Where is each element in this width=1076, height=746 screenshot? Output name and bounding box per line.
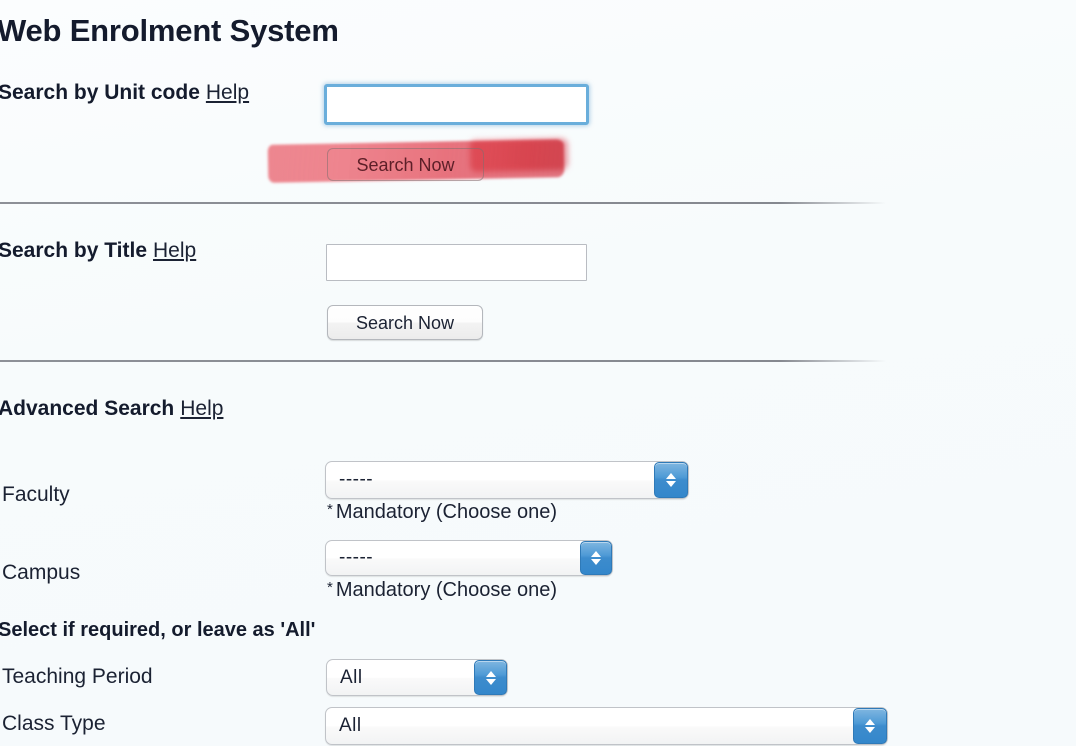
chevron-down-icon	[666, 481, 676, 487]
divider-1	[0, 202, 886, 204]
campus-mandatory-text: Mandatory (Choose one)	[335, 579, 558, 601]
enrolment-search-page: Web Enrolment System Search by Unit code…	[0, 0, 1076, 746]
campus-label: Campus	[2, 561, 81, 584]
faculty-mandatory-text: Mandatory (Choose one)	[335, 501, 558, 523]
teaching-period-label: Teaching Period	[2, 665, 153, 688]
advanced-search-help-link[interactable]: Help	[180, 397, 223, 420]
chevron-down-icon	[485, 678, 496, 685]
title-search-label-text: Search by Title	[0, 239, 148, 262]
teaching-period-select-stepper-icon[interactable]	[474, 660, 507, 695]
class-type-select-value: All	[339, 715, 362, 736]
chevron-down-icon	[591, 559, 601, 565]
optional-selects-heading: Select if required, or leave as 'All'	[0, 619, 316, 641]
title-search-now-button[interactable]: Search Now	[327, 305, 483, 340]
unit-code-search-now-button[interactable]: Search Now	[327, 148, 484, 181]
advanced-search-label-text: Advanced Search	[0, 397, 175, 420]
class-type-select-stepper-icon[interactable]	[853, 708, 887, 744]
advanced-search-label: Advanced Search Help	[0, 397, 223, 421]
faculty-select[interactable]: -----	[325, 461, 689, 499]
chevron-up-icon	[666, 473, 676, 479]
page-title: Web Enrolment System	[0, 13, 339, 48]
teaching-period-select[interactable]: All	[326, 659, 508, 696]
faculty-mandatory-note: * Mandatory (Choose one)	[327, 501, 557, 524]
unit-code-search-label: Search by Unit code Help	[0, 81, 249, 105]
chevron-down-icon	[865, 727, 875, 733]
unit-code-search-label-text: Search by Unit code	[0, 81, 200, 104]
campus-mandatory-note: * Mandatory (Choose one)	[327, 579, 557, 602]
divider-2	[0, 360, 886, 362]
chevron-up-icon	[591, 551, 601, 557]
highlight-marker-tail	[469, 138, 569, 172]
campus-select-value: -----	[339, 547, 374, 568]
chevron-up-icon	[865, 719, 875, 725]
campus-select-stepper-icon[interactable]	[580, 541, 612, 575]
unit-code-help-link[interactable]: Help	[206, 81, 249, 104]
unit-code-search-input[interactable]	[324, 84, 589, 125]
chevron-up-icon	[485, 670, 496, 677]
faculty-label: Faculty	[2, 483, 70, 506]
title-search-label: Search by Title Help	[0, 239, 196, 263]
campus-mandatory-star: *	[327, 579, 333, 596]
faculty-select-value: -----	[339, 469, 374, 490]
faculty-select-stepper-icon[interactable]	[654, 462, 688, 498]
title-help-link[interactable]: Help	[153, 239, 196, 262]
class-type-select[interactable]: All	[325, 707, 888, 745]
campus-select[interactable]: -----	[325, 540, 613, 576]
class-type-label: Class Type	[2, 712, 106, 735]
faculty-mandatory-star: *	[327, 501, 333, 518]
title-search-input[interactable]	[326, 244, 587, 281]
